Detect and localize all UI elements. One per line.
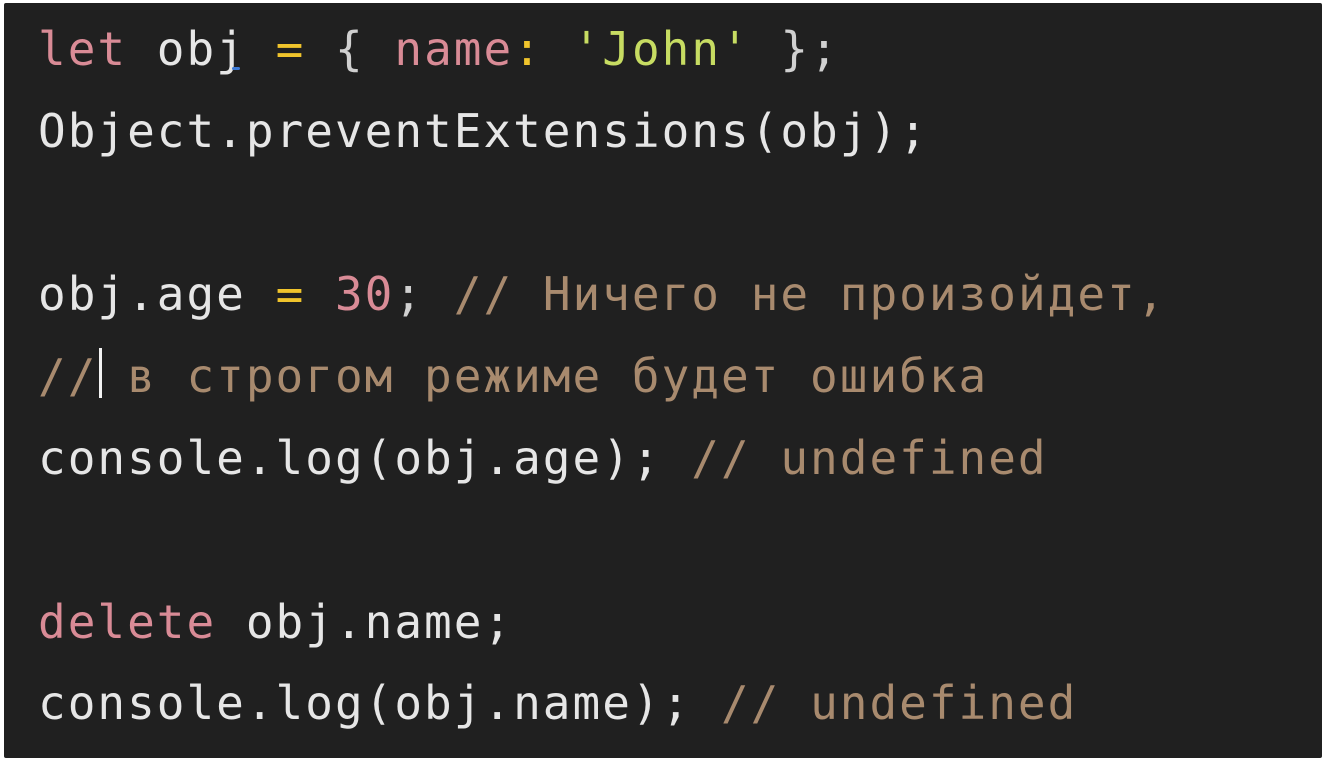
code-line: console.log(obj.name); // undefined <box>38 663 1166 745</box>
squiggle-marker <box>232 67 240 70</box>
code-token-text: console.log(obj.age); <box>38 430 692 485</box>
code-token-comment: // Ничего не произойдет, <box>453 267 1167 322</box>
code-line: console.log(obj.age); // undefined <box>38 418 1166 500</box>
code-block[interactable]: let obj = { name: 'John' }; Object.preven… <box>38 9 1166 745</box>
code-token-text: Object.preventExtensions(obj); <box>38 103 929 158</box>
code-line: let obj = { name: 'John' }; <box>38 9 1166 91</box>
code-line: delete obj.name; <box>38 582 1166 664</box>
code-token-text: obj.name; <box>216 594 514 649</box>
code-token-operator: = <box>275 267 306 322</box>
code-token-property: name <box>394 22 514 76</box>
code-token-text: obj <box>127 22 276 76</box>
code-token-operator: = <box>275 22 306 76</box>
code-token-keyword: delete <box>38 594 217 649</box>
code-line: Object.preventExtensions(obj); <box>38 91 1166 173</box>
code-token-operator: : <box>513 22 543 76</box>
code-token-comment: // undefined <box>691 430 1048 485</box>
code-token-punct: { <box>305 22 395 76</box>
code-token-comment: // undefined <box>720 676 1078 731</box>
code-editor[interactable]: let obj = { name: 'John' }; Object.preven… <box>4 3 1322 758</box>
code-token-number: 30 <box>334 267 395 322</box>
code-token-string: 'John' <box>572 22 751 76</box>
code-line: obj.age = 30; // Ничего не произойдет, <box>38 254 1166 336</box>
code-token-punct: ; <box>394 267 454 322</box>
code-token-comment: в строгом режиме будет ошибка <box>97 349 989 404</box>
code-token-text: console.log(obj.name); <box>38 676 721 731</box>
code-token-keyword: let <box>38 22 128 76</box>
code-token-text: obj.age <box>38 267 276 322</box>
code-token-punct: }; <box>750 22 840 76</box>
code-token-comment: // <box>38 349 98 404</box>
code-line: // в строгом режиме будет ошибка <box>38 336 1166 418</box>
